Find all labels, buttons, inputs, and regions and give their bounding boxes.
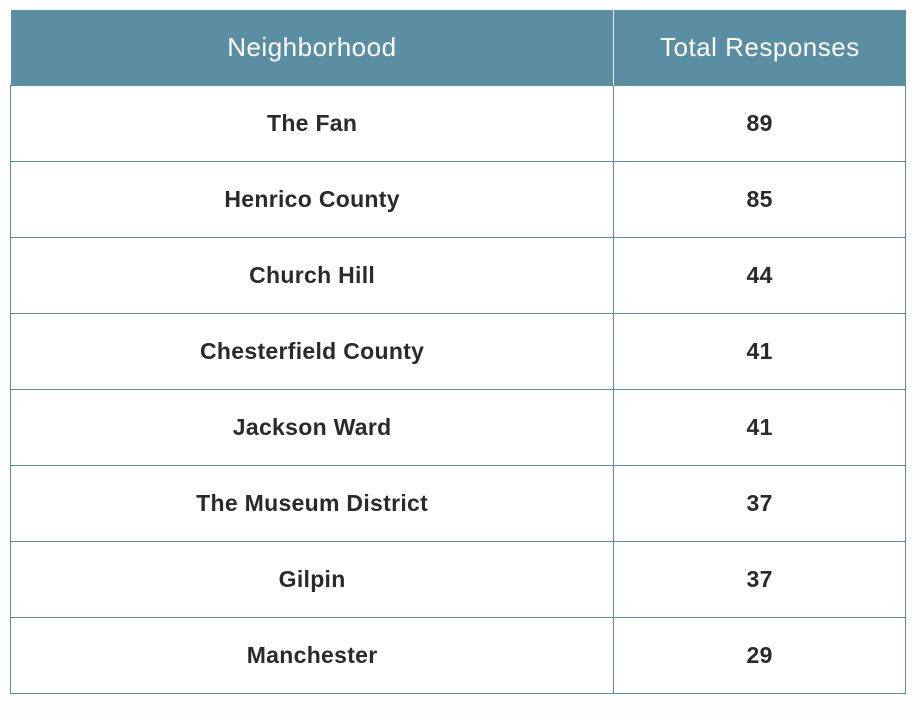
neighborhood-name: Gilpin xyxy=(11,542,614,618)
table-row: Church Hill 44 xyxy=(11,238,906,314)
table-row: The Museum District 37 xyxy=(11,466,906,542)
table-row: Jackson Ward 41 xyxy=(11,390,906,466)
table-row: Henrico County 85 xyxy=(11,162,906,238)
response-count: 89 xyxy=(614,86,906,162)
table-row: Chesterfield County 41 xyxy=(11,314,906,390)
header-neighborhood: Neighborhood xyxy=(11,10,614,86)
response-count: 29 xyxy=(614,618,906,694)
response-count: 41 xyxy=(614,390,906,466)
table-row: The Fan 89 xyxy=(11,86,906,162)
table-body: The Fan 89 Henrico County 85 Church Hill… xyxy=(11,86,906,694)
neighborhood-name: Henrico County xyxy=(11,162,614,238)
response-count: 37 xyxy=(614,542,906,618)
neighborhood-name: Chesterfield County xyxy=(11,314,614,390)
neighborhood-name: Church Hill xyxy=(11,238,614,314)
table-header-row: Neighborhood Total Responses xyxy=(11,10,906,86)
response-count: 85 xyxy=(614,162,906,238)
neighborhood-name: Jackson Ward xyxy=(11,390,614,466)
neighborhood-name: The Fan xyxy=(11,86,614,162)
table-row: Gilpin 37 xyxy=(11,542,906,618)
neighborhood-name: The Museum District xyxy=(11,466,614,542)
responses-table: Neighborhood Total Responses The Fan 89 … xyxy=(10,10,906,694)
table-row: Manchester 29 xyxy=(11,618,906,694)
response-count: 41 xyxy=(614,314,906,390)
response-count: 37 xyxy=(614,466,906,542)
response-count: 44 xyxy=(614,238,906,314)
header-total-responses: Total Responses xyxy=(614,10,906,86)
neighborhood-name: Manchester xyxy=(11,618,614,694)
